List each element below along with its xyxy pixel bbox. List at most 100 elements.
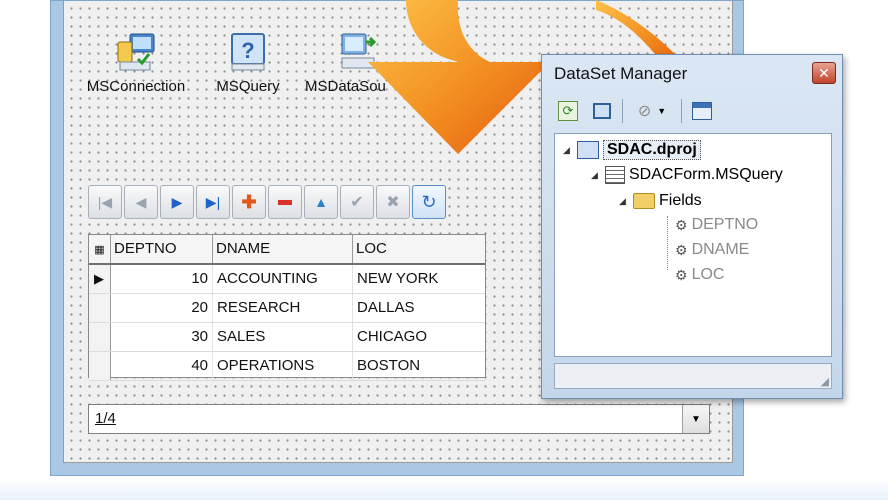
tree-node-field[interactable]: ⚙ DNAME: [675, 241, 749, 259]
tree-node-fields[interactable]: ◢ Fields: [619, 192, 702, 210]
connection-icon: [114, 28, 158, 72]
cell-deptno[interactable]: 30: [111, 323, 213, 351]
first-icon: |◀: [97, 193, 113, 210]
ms-connection-label: MSConnection: [86, 78, 186, 95]
tree-guide-line: [667, 216, 669, 270]
field-label: LOC: [691, 266, 725, 283]
dataset-manager-title: DataSet Manager: [554, 64, 688, 83]
dataset-manager-window: DataSet Manager ✕ ⟳ ⊘ ▼ ◢ SDAC.dproj ◢ S…: [541, 54, 843, 399]
record-status-combo[interactable]: 1/4 ▼: [88, 404, 710, 434]
cell-loc[interactable]: BOSTON: [353, 352, 485, 380]
tree-node-field[interactable]: ⚙ DEPTNO: [675, 216, 758, 234]
table-row[interactable]: 30 SALES CHICAGO: [89, 323, 485, 352]
insert-icon: ✚: [241, 191, 257, 212]
chevron-down-icon: ▼: [657, 106, 667, 116]
record-position-text: 1/4: [95, 410, 116, 427]
nav-next-button[interactable]: ▶: [160, 185, 194, 219]
field-label: DNAME: [691, 241, 750, 258]
current-row-icon: ▶: [94, 271, 104, 286]
cancel-icon: ✖: [386, 194, 400, 211]
tree-node-project[interactable]: ◢ SDAC.dproj: [563, 140, 701, 160]
refresh-icon: ↻: [421, 191, 437, 212]
row-indicator: [89, 323, 111, 351]
row-indicator: ▶: [89, 265, 111, 293]
post-icon: ✔: [350, 194, 364, 211]
bottom-glow: [0, 478, 888, 500]
prior-icon: ◀: [135, 193, 147, 210]
grid-corner: ▦: [89, 235, 111, 263]
tree-node-query[interactable]: ◢ SDACForm.MSQuery: [591, 166, 783, 184]
next-icon: ▶: [171, 193, 183, 210]
project-icon: [577, 141, 599, 159]
nav-post-button[interactable]: ✔: [340, 185, 374, 219]
grid-header-deptno[interactable]: DEPTNO: [111, 235, 213, 263]
nav-insert-button[interactable]: ✚: [232, 185, 266, 219]
grid-header-dname[interactable]: DNAME: [213, 235, 353, 263]
row-indicator: [89, 294, 111, 322]
refresh-tree-button[interactable]: ⟳: [554, 97, 582, 125]
nav-refresh-button[interactable]: ↻: [412, 185, 446, 219]
ms-query-component[interactable]: ? MSQuery: [188, 28, 308, 95]
nav-prior-button[interactable]: ◀: [124, 185, 158, 219]
filter-dropdown-button[interactable]: ⊘ ▼: [629, 97, 675, 125]
nav-first-button[interactable]: |◀: [88, 185, 122, 219]
query-node-icon: [605, 166, 625, 184]
window-options-icon: [692, 102, 712, 120]
cell-dname[interactable]: RESEARCH: [213, 294, 353, 322]
project-label: SDAC.dproj: [603, 140, 701, 160]
collapse-icon[interactable]: ◢: [563, 145, 573, 156]
status-dropdown-button[interactable]: ▼: [682, 405, 709, 433]
close-button[interactable]: ✕: [812, 62, 836, 84]
grid-header-loc[interactable]: LOC: [353, 235, 485, 263]
field-icon: ⚙: [675, 216, 688, 233]
nav-cancel-button[interactable]: ✖: [376, 185, 410, 219]
query-label: SDACForm.MSQuery: [629, 166, 783, 183]
collapse-icon[interactable]: ◢: [619, 196, 629, 207]
ms-connection-component[interactable]: MSConnection: [76, 28, 196, 95]
field-label: DEPTNO: [691, 216, 759, 233]
cell-dname[interactable]: OPERATIONS: [213, 352, 353, 380]
windows-icon: [593, 103, 611, 119]
query-icon: ?: [226, 28, 270, 72]
table-row[interactable]: ▶ 10 ACCOUNTING NEW YORK: [89, 265, 485, 294]
cell-dname[interactable]: SALES: [213, 323, 353, 351]
collapse-icon[interactable]: ◢: [591, 170, 601, 181]
nav-edit-button[interactable]: ▲: [304, 185, 338, 219]
folder-icon: [633, 193, 655, 209]
cell-deptno[interactable]: 40: [111, 352, 213, 380]
table-row[interactable]: 40 OPERATIONS BOSTON: [89, 352, 485, 381]
cell-loc[interactable]: DALLAS: [353, 294, 485, 322]
windows-button[interactable]: [588, 97, 616, 125]
fields-label: Fields: [659, 192, 702, 209]
cell-dname[interactable]: ACCOUNTING: [213, 265, 353, 293]
svg-text:?: ?: [241, 38, 254, 63]
grid-header: ▦ DEPTNO DNAME LOC: [89, 235, 485, 265]
row-indicator: [89, 352, 111, 380]
cell-deptno[interactable]: 10: [111, 265, 213, 293]
nav-delete-button[interactable]: [268, 185, 302, 219]
grid-corner-icon: ▦: [94, 244, 105, 256]
resize-grip-icon[interactable]: ◢: [821, 375, 829, 388]
options-button[interactable]: [688, 97, 716, 125]
nav-last-button[interactable]: ▶|: [196, 185, 230, 219]
delete-icon: [278, 199, 292, 205]
field-icon: ⚙: [675, 266, 688, 283]
chevron-down-icon: ▼: [691, 413, 701, 425]
cell-loc[interactable]: NEW YORK: [353, 265, 485, 293]
toolbar-separator: [681, 99, 682, 123]
dataset-manager-statusbar: ◢: [554, 363, 832, 389]
cell-deptno[interactable]: 20: [111, 294, 213, 322]
data-grid[interactable]: ▦ DEPTNO DNAME LOC ▶ 10 ACCOUNTING NEW Y…: [88, 234, 486, 381]
table-row[interactable]: 20 RESEARCH DALLAS: [89, 294, 485, 323]
tree-node-field[interactable]: ⚙ LOC: [675, 266, 724, 284]
dataset-tree[interactable]: ◢ SDAC.dproj ◢ SDACForm.MSQuery ◢ Fields…: [554, 133, 832, 357]
last-icon: ▶|: [205, 193, 221, 210]
refresh-tree-icon: ⟳: [558, 101, 578, 121]
close-icon: ✕: [818, 65, 830, 81]
field-icon: ⚙: [675, 241, 688, 258]
edit-icon: ▲: [314, 194, 328, 210]
filter-icon: ⊘: [637, 103, 652, 120]
dataset-manager-toolbar: ⟳ ⊘ ▼: [554, 95, 716, 127]
cell-loc[interactable]: CHICAGO: [353, 323, 485, 351]
ms-query-label: MSQuery: [216, 78, 280, 95]
